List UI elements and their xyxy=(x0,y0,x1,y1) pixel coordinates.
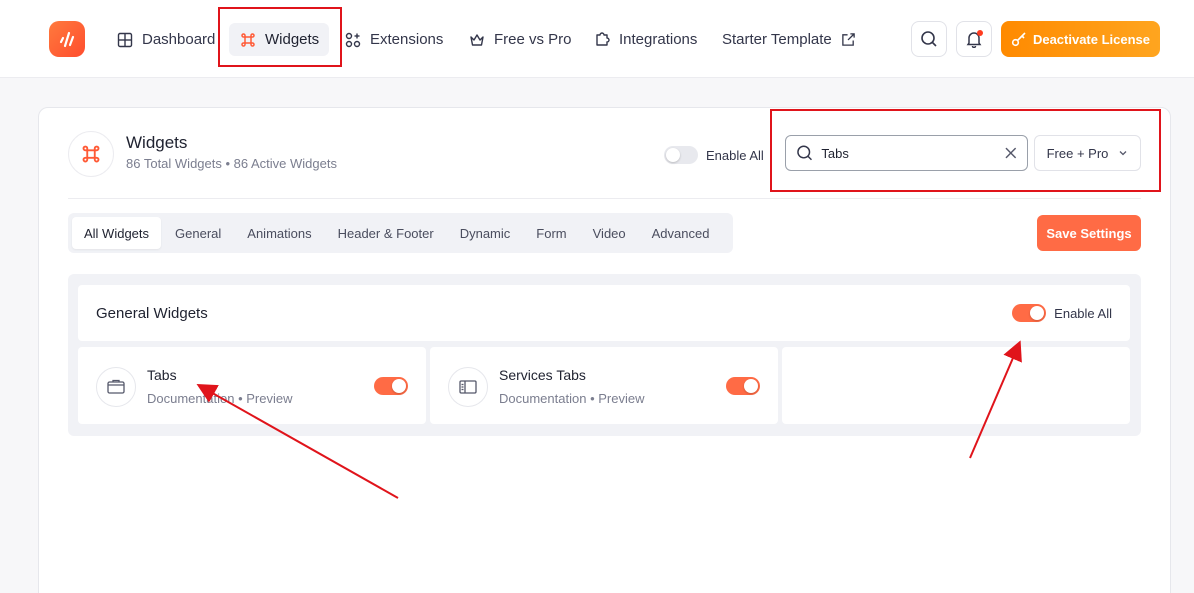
nav-starter-template-label: Starter Template xyxy=(722,31,832,48)
tab-advanced[interactable]: Advanced xyxy=(640,217,722,249)
group-enable-all-label: Enable All xyxy=(1054,305,1112,321)
page-title: Widgets xyxy=(126,133,188,152)
widgets-panel: Widgets 86 Total Widgets • 86 Active Wid… xyxy=(38,107,1171,593)
widget-search xyxy=(785,135,1028,171)
top-navbar: Dashboard Widgets Extensions Free vs Pro… xyxy=(0,0,1194,78)
widget-card-empty xyxy=(782,347,1130,424)
grid-icon xyxy=(116,31,134,49)
enable-all-toggle[interactable] xyxy=(664,146,698,164)
key-icon xyxy=(1011,32,1026,47)
widget-toggle[interactable] xyxy=(726,377,760,395)
nav-dashboard[interactable]: Dashboard xyxy=(106,23,225,56)
tab-animations[interactable]: Animations xyxy=(235,217,323,249)
tab-header-footer[interactable]: Header & Footer xyxy=(326,217,446,249)
nav-free-vs-pro[interactable]: Free vs Pro xyxy=(458,23,582,56)
widget-card-services-tabs: Services Tabs Documentation • Preview xyxy=(430,347,778,424)
services-tabs-icon xyxy=(448,367,488,407)
logo-icon xyxy=(59,31,75,48)
search-icon xyxy=(921,31,937,47)
clear-icon[interactable] xyxy=(1005,147,1017,159)
widget-links: Documentation • Preview xyxy=(499,391,645,406)
widgets-header-icon xyxy=(68,131,114,177)
search-input[interactable] xyxy=(821,145,998,161)
nav-integrations[interactable]: Integrations xyxy=(583,23,707,56)
group-enable-all-toggle[interactable] xyxy=(1012,304,1047,322)
search-icon xyxy=(797,145,812,161)
browser-tabs-icon xyxy=(96,367,136,407)
link-separator: • xyxy=(590,391,595,406)
command-icon xyxy=(82,145,100,163)
search-button[interactable] xyxy=(911,21,947,57)
group-enable-all: Enable All xyxy=(1012,304,1112,322)
widgets-count: 86 Total Widgets • 86 Active Widgets xyxy=(126,156,337,171)
nav-extensions[interactable]: Extensions xyxy=(334,23,453,56)
widget-name: Tabs xyxy=(147,367,177,383)
tab-dynamic[interactable]: Dynamic xyxy=(448,217,523,249)
tab-general[interactable]: General xyxy=(163,217,233,249)
nav-extensions-label: Extensions xyxy=(370,31,444,48)
widget-name: Services Tabs xyxy=(499,367,586,383)
documentation-link[interactable]: Documentation xyxy=(147,391,234,406)
brand-logo[interactable] xyxy=(49,21,85,57)
category-tabs: All Widgets General Animations Header & … xyxy=(68,213,733,253)
enable-all-label: Enable All xyxy=(706,147,764,163)
widget-links: Documentation • Preview xyxy=(147,391,293,406)
notifications-button[interactable] xyxy=(956,21,992,57)
notification-dot xyxy=(977,30,983,36)
plan-filter-label: Free + Pro xyxy=(1046,145,1109,161)
external-link-icon xyxy=(840,31,858,49)
deactivate-license-label: Deactivate License xyxy=(1032,31,1151,47)
preview-link[interactable]: Preview xyxy=(598,391,644,406)
documentation-link[interactable]: Documentation xyxy=(499,391,586,406)
nav-integrations-label: Integrations xyxy=(619,31,698,48)
header-divider xyxy=(68,198,1141,199)
command-icon xyxy=(239,31,257,49)
nav-starter-template[interactable]: Starter Template xyxy=(712,23,868,56)
chevron-down-icon xyxy=(1119,151,1127,156)
crown-icon xyxy=(468,31,486,49)
widget-card-tabs: Tabs Documentation • Preview xyxy=(78,347,426,424)
tab-form[interactable]: Form xyxy=(524,217,578,249)
link-separator: • xyxy=(238,391,243,406)
general-widgets-group: General Widgets Enable All Tabs Document… xyxy=(68,274,1141,436)
preview-link[interactable]: Preview xyxy=(246,391,292,406)
enable-all-global: Enable All xyxy=(664,146,764,164)
group-header: General Widgets Enable All xyxy=(78,285,1130,341)
deactivate-license-button[interactable]: Deactivate License xyxy=(1001,21,1160,57)
widget-toggle[interactable] xyxy=(374,377,408,395)
tab-all-widgets[interactable]: All Widgets xyxy=(72,217,162,249)
plan-filter-select[interactable]: Free + Pro xyxy=(1034,135,1141,171)
nav-free-vs-pro-label: Free vs Pro xyxy=(494,31,572,48)
nav-widgets[interactable]: Widgets xyxy=(229,23,330,56)
tab-video[interactable]: Video xyxy=(581,217,638,249)
nav-widgets-label: Widgets xyxy=(265,31,320,48)
nav-dashboard-label: Dashboard xyxy=(142,31,216,48)
save-settings-button[interactable]: Save Settings xyxy=(1037,215,1141,251)
puzzle-icon xyxy=(593,31,611,49)
group-title: General Widgets xyxy=(96,305,208,322)
extensions-icon xyxy=(344,31,362,49)
